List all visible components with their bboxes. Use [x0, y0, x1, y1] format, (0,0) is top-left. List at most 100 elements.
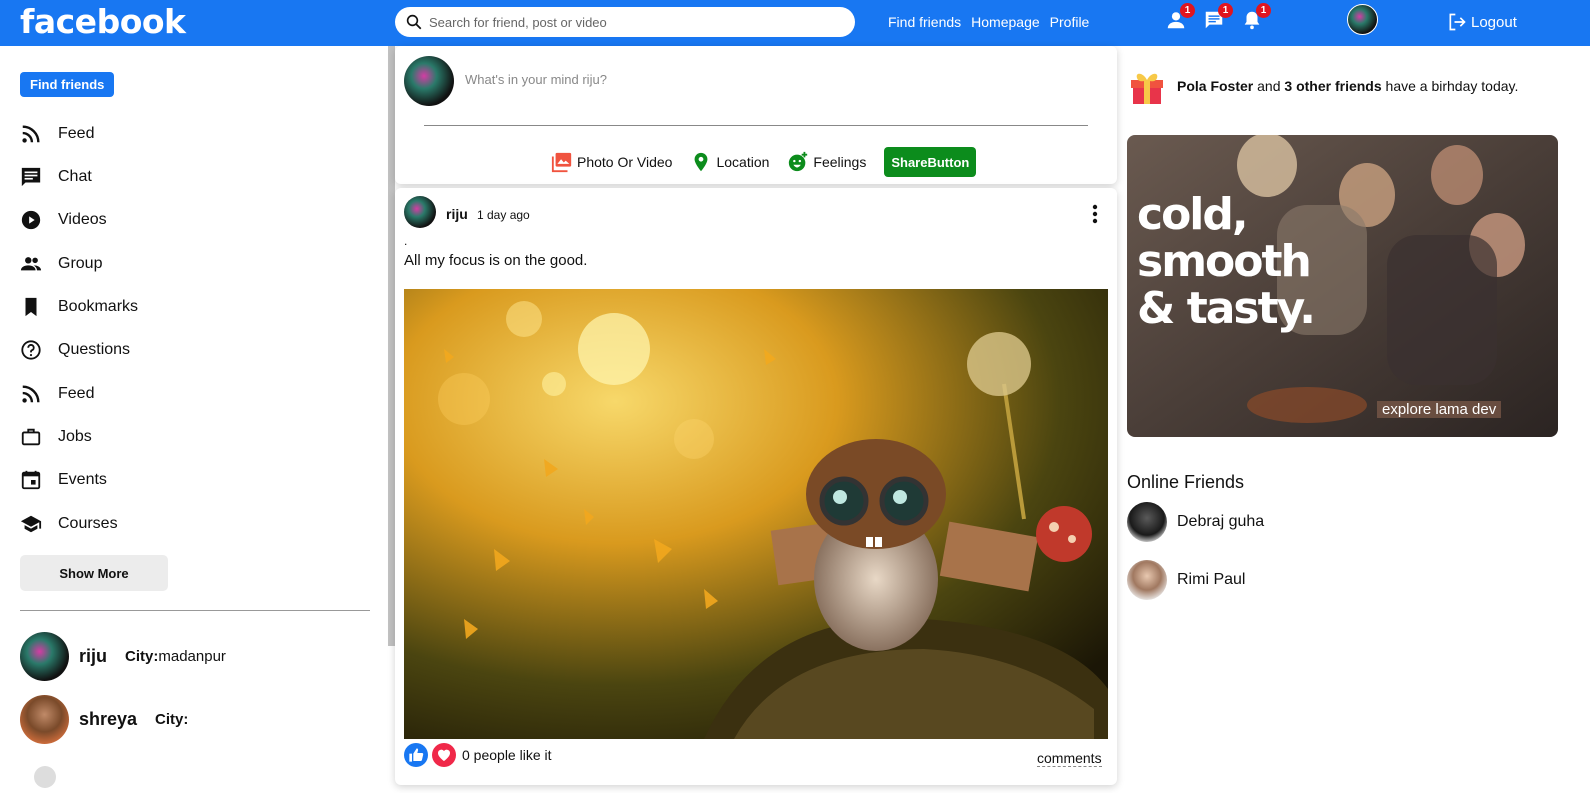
friend-requests-badge: 1 [1180, 3, 1195, 18]
briefcase-icon [21, 428, 41, 446]
sidebar-item-questions[interactable]: Questions [20, 338, 130, 362]
hamster-illustration [404, 289, 1108, 739]
photo-library-icon [551, 152, 572, 173]
sidebar-item-label: Videos [58, 211, 107, 228]
online-friend[interactable]: Debraj guha [1127, 502, 1264, 542]
share-button[interactable]: ShareButton [884, 147, 977, 177]
chat-icon [21, 167, 41, 187]
logout-icon [1449, 13, 1466, 31]
avatar [1127, 560, 1167, 600]
show-more-button[interactable]: Show More [20, 555, 168, 591]
avatar[interactable] [1347, 4, 1378, 35]
play-circle-icon [21, 210, 41, 230]
post-time: 1 day ago [477, 208, 530, 222]
status-input[interactable] [465, 72, 965, 87]
option-label: Feelings [813, 154, 867, 170]
post-text: All my focus is on the good. [404, 252, 588, 269]
find-friends-button[interactable]: Find friends [20, 72, 115, 97]
feed: Photo Or Video Location Feelings ShareBu… [395, 46, 1117, 793]
calendar-icon [21, 470, 41, 490]
friend-city: City: [155, 711, 188, 728]
birthday-suffix: have a birhday today. [1385, 78, 1519, 94]
more-vert-icon[interactable] [1085, 202, 1105, 226]
heart-icon[interactable] [432, 743, 456, 767]
messages-badge: 1 [1218, 3, 1233, 18]
online-friend-name: Rimi Paul [1177, 571, 1246, 588]
friend-requests-button[interactable]: 1 [1165, 3, 1195, 35]
share-options: Photo Or Video Location Feelings ShareBu… [551, 147, 977, 177]
notifications-button[interactable]: 1 [1241, 3, 1271, 35]
like-icon[interactable] [404, 743, 428, 767]
feelings-option[interactable]: Feelings [787, 151, 866, 173]
friend-city: City:madanpur [125, 648, 226, 665]
avatar [404, 56, 454, 106]
left-sidebar: Find friends Feed Chat Videos Group Book… [0, 46, 390, 793]
school-icon [20, 515, 42, 533]
ad-headline: cold, smooth & tasty. [1137, 189, 1316, 334]
avatar [1127, 502, 1167, 542]
city-label: City: [155, 711, 189, 728]
post-image[interactable] [404, 289, 1108, 739]
birthday-others: 3 other friends [1284, 78, 1382, 94]
sidebar-item-events[interactable]: Events [20, 468, 107, 492]
emoji-icon [789, 151, 808, 172]
sidebar-item-label: Feed [58, 125, 95, 142]
top-nav-links: Find friends Homepage Profile [888, 14, 1089, 30]
birthday-text: Pola Foster and 3 other friends have a b… [1177, 78, 1518, 94]
scrollbar[interactable] [388, 46, 395, 646]
messages-button[interactable]: 1 [1203, 3, 1233, 35]
search-box[interactable] [395, 7, 855, 37]
list-item[interactable]: riju City:madanpur [20, 632, 226, 681]
logo[interactable]: facebook [20, 2, 186, 41]
post-card: riju 1 day ago . All my focus is on the … [395, 188, 1117, 785]
share-box: Photo Or Video Location Feelings ShareBu… [395, 46, 1117, 184]
search-input[interactable] [429, 14, 829, 30]
post-author[interactable]: riju [446, 206, 468, 222]
sidebar-item-feed-2[interactable]: Feed [20, 382, 94, 406]
ad-headline-line: & tasty. [1137, 283, 1316, 334]
list-item[interactable]: shreya City: [20, 695, 188, 744]
sidebar-item-bookmarks[interactable]: Bookmarks [20, 295, 138, 319]
sidebar-item-label: Events [58, 471, 107, 488]
rss-icon [22, 385, 40, 403]
ad-tagline: explore lama dev [1377, 401, 1502, 418]
nav-homepage[interactable]: Homepage [971, 14, 1040, 30]
sidebar-item-videos[interactable]: Videos [20, 208, 107, 232]
ad-headline-line: smooth [1137, 236, 1312, 287]
photo-video-option[interactable]: Photo Or Video [551, 151, 672, 173]
nav-profile[interactable]: Profile [1050, 14, 1090, 30]
avatar [20, 695, 69, 744]
avatar[interactable] [404, 196, 436, 228]
gift-icon [1131, 73, 1163, 104]
location-option[interactable]: Location [690, 151, 769, 173]
divider [424, 125, 1088, 126]
sidebar-item-courses[interactable]: Courses [20, 512, 118, 536]
birthday-conj: and [1257, 78, 1281, 94]
friend-name: riju [79, 646, 108, 666]
sidebar-item-jobs[interactable]: Jobs [20, 425, 92, 449]
comments-link[interactable]: comments [1037, 750, 1102, 767]
notifications-badge: 1 [1256, 3, 1271, 18]
rss-icon [22, 125, 40, 143]
sidebar-item-label: Bookmarks [58, 298, 139, 315]
reactions: 0 people like it [404, 743, 552, 767]
sidebar-item-label: Courses [58, 515, 118, 532]
birthday-name: Pola Foster [1177, 78, 1254, 94]
ad-banner[interactable]: cold, smooth & tasty. explore lama dev [1127, 135, 1558, 437]
top-bar: facebook Find friends Homepage Profile 1… [0, 0, 1590, 46]
online-friend-name: Debraj guha [1177, 513, 1265, 530]
option-label: Location [716, 154, 770, 170]
avatar [34, 766, 56, 788]
logout-button[interactable]: Logout [1447, 12, 1517, 32]
sidebar-item-feed[interactable]: Feed [20, 122, 94, 146]
search-icon [406, 14, 422, 30]
sidebar-item-label: Questions [58, 341, 131, 358]
location-pin-icon [695, 152, 708, 172]
nav-find-friends[interactable]: Find friends [888, 14, 961, 30]
online-friend[interactable]: Rimi Paul [1127, 560, 1245, 600]
sidebar-item-group[interactable]: Group [20, 252, 102, 276]
sidebar-item-label: Group [58, 255, 103, 272]
post-dot: . [404, 234, 408, 248]
sidebar-item-chat[interactable]: Chat [20, 165, 92, 189]
ad-headline-line: cold, [1137, 189, 1249, 240]
